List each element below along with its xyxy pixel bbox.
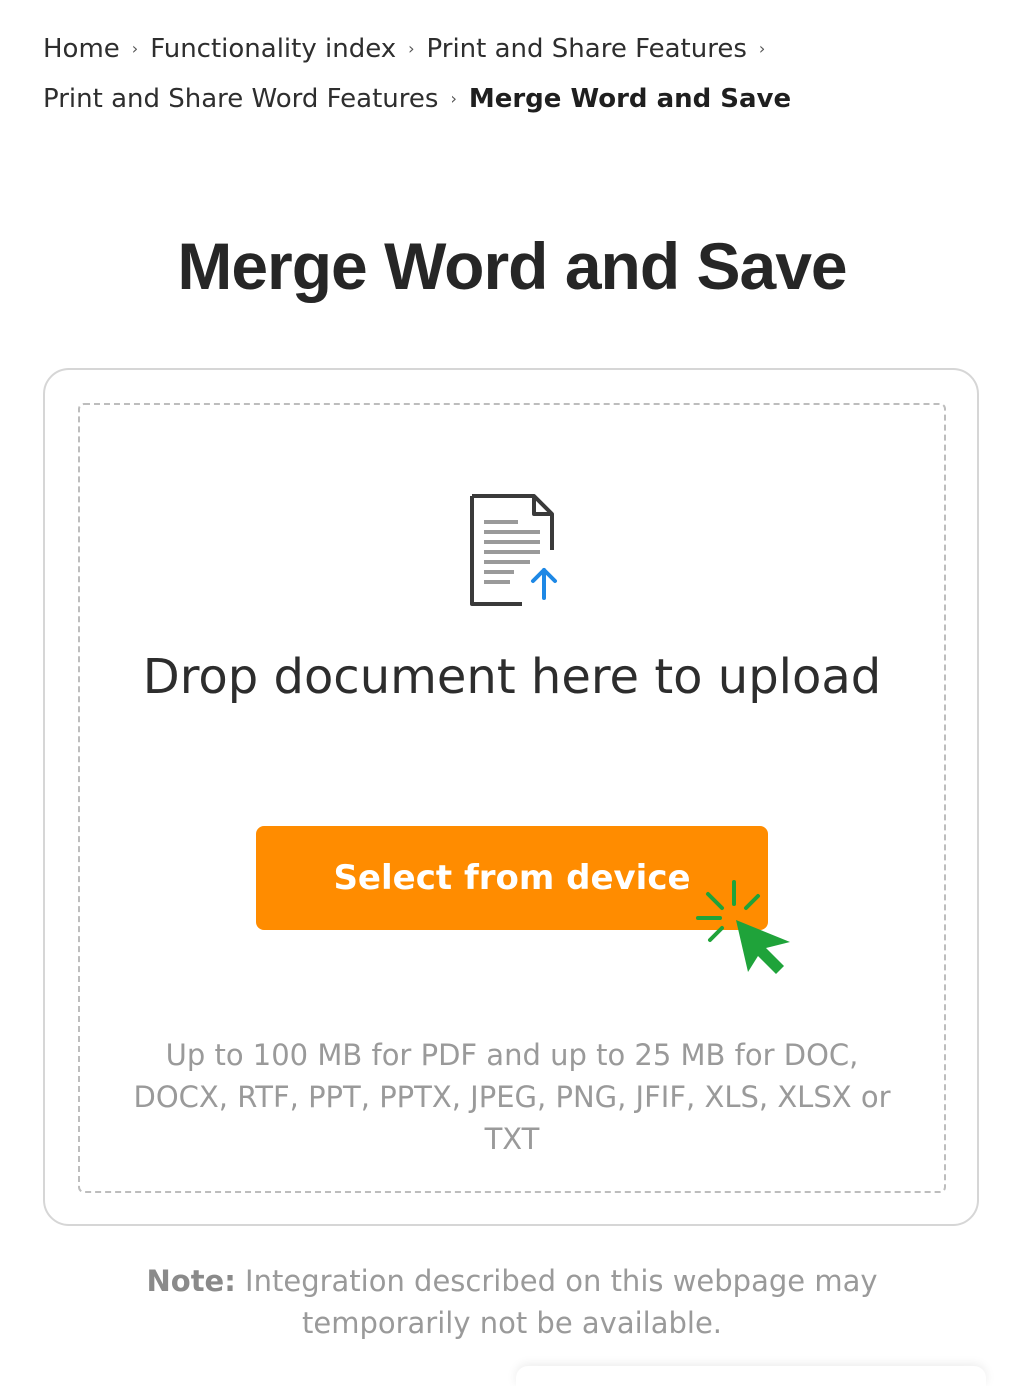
breadcrumb-print-share-features[interactable]: Print and Share Features [427,34,747,64]
document-upload-icon [470,494,557,606]
breadcrumb-print-share-word-features[interactable]: Print and Share Word Features [43,84,438,114]
click-cursor-icon [696,880,790,974]
breadcrumb-separator: › [408,39,415,58]
breadcrumb: Home › Functionality index › Print and Share… [43,24,983,124]
file-size-limits: Up to 100 MB for PDF and up to 25 MB for… [133,1038,891,1156]
note-label: Note: [146,1264,236,1298]
breadcrumb-separator: › [131,39,139,58]
breadcrumb-separator: › [758,39,766,58]
bottom-panel-edge [516,1366,986,1386]
note-text: Integration described on this webpage ma… [235,1264,878,1340]
integration-note: Note: Integration described on this webp… [80,1260,944,1344]
select-from-device-button[interactable]: Select from device [256,826,768,930]
page-title: Merge Word and Save [177,229,847,303]
breadcrumb-separator: › [450,89,457,108]
breadcrumb-functionality-index[interactable]: Functionality index [150,34,396,64]
drop-instructions: Drop document here to upload [142,649,882,705]
breadcrumb-current: Merge Word and Save [468,84,792,114]
breadcrumb-home[interactable]: Home [43,34,120,64]
